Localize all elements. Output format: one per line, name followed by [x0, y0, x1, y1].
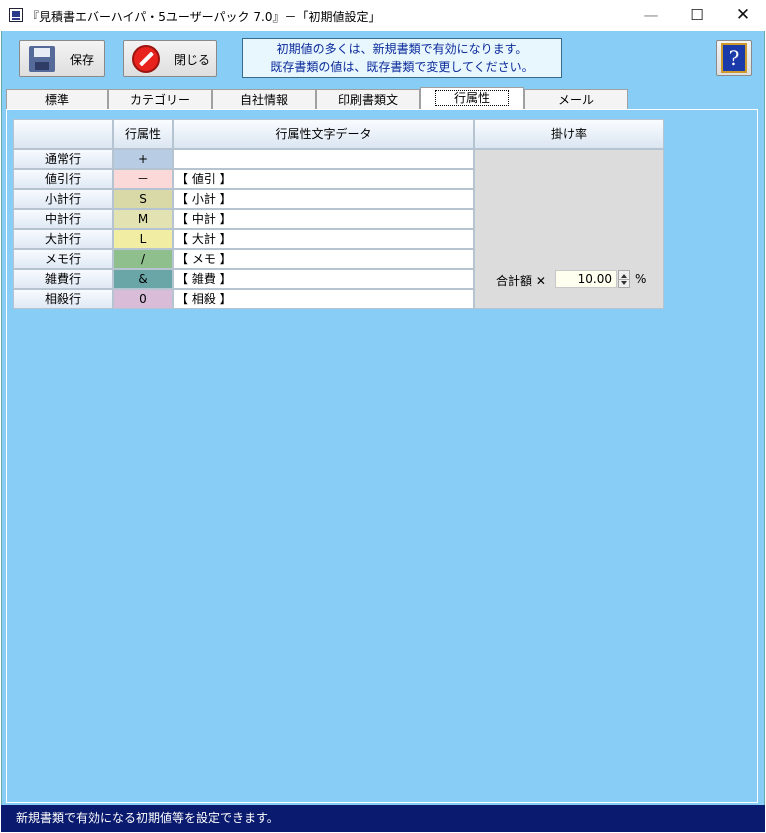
rate-unit: %: [635, 272, 647, 286]
text-cell-grandtotal[interactable]: 【 大計 】: [173, 229, 474, 249]
stop-icon: [132, 45, 160, 73]
attr-cell-offset[interactable]: 0: [113, 289, 173, 309]
rate-spinner[interactable]: [618, 270, 630, 288]
attr-cell-midtotal[interactable]: M: [113, 209, 173, 229]
notice-line-1: 初期値の多くは、新規書類で有効になります。: [276, 42, 528, 56]
attr-cell-grandtotal[interactable]: L: [113, 229, 173, 249]
tab-company-info[interactable]: 自社情報: [212, 89, 316, 109]
row-label-grandtotal: 大計行: [13, 229, 113, 249]
tab-standard[interactable]: 標準: [6, 89, 108, 109]
row-label-midtotal: 中計行: [13, 209, 113, 229]
text-cell-offset[interactable]: 【 相殺 】: [173, 289, 474, 309]
row-label-subtotal: 小計行: [13, 189, 113, 209]
tab-print-text[interactable]: 印刷書類文: [316, 89, 420, 109]
text-cell-normal[interactable]: [173, 149, 474, 169]
row-label-normal: 通常行: [13, 149, 113, 169]
close-button-label: 閉じる: [174, 53, 211, 67]
close-window-button[interactable]: ✕: [720, 0, 766, 31]
text-cell-midtotal[interactable]: 【 中計 】: [173, 209, 474, 229]
notice-box: 初期値の多くは、新規書類で有効になります。 既存書類の値は、既存書類で変更してく…: [242, 38, 562, 78]
text-cell-subtotal[interactable]: 【 小計 】: [173, 189, 474, 209]
header-text-data: 行属性文字データ: [173, 119, 474, 149]
help-book-icon: ?: [721, 43, 747, 73]
header-attr: 行属性: [113, 119, 173, 149]
tab-mail[interactable]: メール: [524, 89, 628, 109]
header-corner: [13, 119, 113, 149]
attr-cell-memo[interactable]: /: [113, 249, 173, 269]
save-button[interactable]: 保存: [19, 40, 105, 77]
help-button[interactable]: ?: [716, 40, 752, 76]
tab-row-attribute[interactable]: 行属性: [420, 87, 524, 109]
attr-cell-normal[interactable]: +: [113, 149, 173, 169]
floppy-disk-icon: [29, 46, 55, 72]
notice-line-2: 既存書類の値は、既存書類で変更してください。: [270, 60, 534, 74]
rate-label: 合計額 ✕: [496, 274, 546, 288]
attr-cell-discount[interactable]: －: [113, 169, 173, 189]
tab-row-attribute-label: 行属性: [434, 90, 509, 106]
row-label-memo: メモ行: [13, 249, 113, 269]
text-cell-memo[interactable]: 【 メモ 】: [173, 249, 474, 269]
row-label-offset: 相殺行: [13, 289, 113, 309]
spinner-divider: [619, 279, 629, 280]
attr-cell-subtotal[interactable]: S: [113, 189, 173, 209]
row-label-discount: 値引行: [13, 169, 113, 189]
maximize-button[interactable]: ☐: [674, 0, 720, 31]
status-bar: 新規書類で有効になる初期値等を設定できます。: [1, 805, 765, 832]
window-title: 『見積書エバーハイパ・5ユーザーパック 7.0』－「初期値設定」: [27, 10, 381, 24]
row-label-misc: 雑費行: [13, 269, 113, 289]
text-cell-discount[interactable]: 【 値引 】: [173, 169, 474, 189]
header-rate: 掛け率: [474, 119, 664, 149]
text-cell-misc[interactable]: 【 雑費 】: [173, 269, 474, 289]
minimize-button[interactable]: —: [628, 0, 674, 31]
spinner-up-icon[interactable]: [621, 274, 627, 278]
attr-cell-misc[interactable]: &: [113, 269, 173, 289]
save-button-label: 保存: [70, 53, 95, 67]
close-button[interactable]: 閉じる: [123, 40, 217, 77]
rate-input[interactable]: 10.00: [555, 270, 617, 288]
title-bar: 『見積書エバーハイパ・5ユーザーパック 7.0』－「初期値設定」 — ☐ ✕: [0, 0, 766, 31]
tab-category[interactable]: カテゴリー: [108, 89, 212, 109]
spinner-down-icon[interactable]: [621, 281, 627, 285]
main-window: 保存 閉じる 初期値の多くは、新規書類で有効になります。 既存書類の値は、既存書…: [1, 31, 765, 832]
app-icon: [9, 8, 23, 22]
